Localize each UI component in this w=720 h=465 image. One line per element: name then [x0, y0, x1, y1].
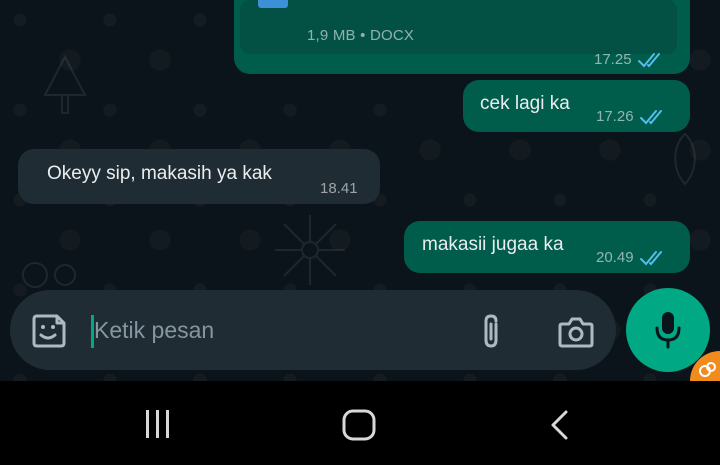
microphone-icon — [655, 312, 681, 349]
message-time: 20.49 — [596, 249, 634, 266]
message-bubble-outgoing[interactable]: cek lagi ka 17.26 — [463, 80, 690, 132]
link-icon — [699, 362, 716, 377]
message-time: 17.26 — [596, 108, 634, 125]
camera-icon[interactable] — [557, 314, 595, 350]
attachment-meta: 1,9 MB • DOCX — [307, 24, 414, 48]
document-icon — [258, 0, 288, 8]
message-bubble-attachment[interactable]: 1,9 MB • DOCX 17.25 — [234, 0, 690, 74]
wallpaper-doodle-rocket-icon — [674, 132, 696, 186]
attachment-size: 1,9 MB — [307, 27, 356, 44]
back-icon[interactable] — [548, 409, 570, 441]
message-meta: 17.25 — [594, 48, 666, 72]
message-time: 18.41 — [320, 180, 358, 197]
system-navigation-bar — [0, 381, 720, 465]
double-check-read-icon — [637, 53, 660, 68]
document-attachment[interactable]: 1,9 MB • DOCX — [240, 0, 677, 54]
message-text: cek lagi ka — [480, 93, 570, 114]
attachment-type: DOCX — [369, 27, 415, 44]
double-check-read-icon — [639, 251, 662, 266]
wallpaper-doodle-tree-icon — [43, 55, 87, 114]
home-icon[interactable] — [341, 408, 377, 442]
message-text: Okeyy sip, makasih ya kak — [47, 163, 272, 184]
message-meta: 17.26 — [596, 105, 668, 129]
message-bubble-incoming[interactable]: Okeyy sip, makasih ya kak 18.41 — [18, 149, 380, 204]
wallpaper-doodle-flower-icon — [275, 215, 345, 285]
message-composer: Ketik pesan — [10, 290, 616, 370]
message-meta: 18.41 — [320, 177, 358, 201]
message-meta: 20.49 — [596, 246, 668, 270]
chat-area[interactable]: 1,9 MB • DOCX 17.25 cek lagi ka 17.26 Ok… — [0, 0, 720, 381]
meta-separator: • — [360, 27, 370, 44]
paperclip-icon[interactable] — [475, 312, 509, 352]
message-bubble-outgoing[interactable]: makasii jugaa ka 20.49 — [404, 221, 690, 273]
message-time: 17.25 — [594, 51, 632, 68]
sticker-icon[interactable] — [30, 312, 68, 350]
double-check-read-icon — [639, 110, 662, 125]
message-input[interactable]: Ketik pesan — [94, 317, 214, 344]
recents-icon[interactable] — [144, 409, 172, 439]
message-text: makasii jugaa ka — [422, 234, 564, 255]
wallpaper-doodle-circles-icon — [22, 262, 76, 288]
